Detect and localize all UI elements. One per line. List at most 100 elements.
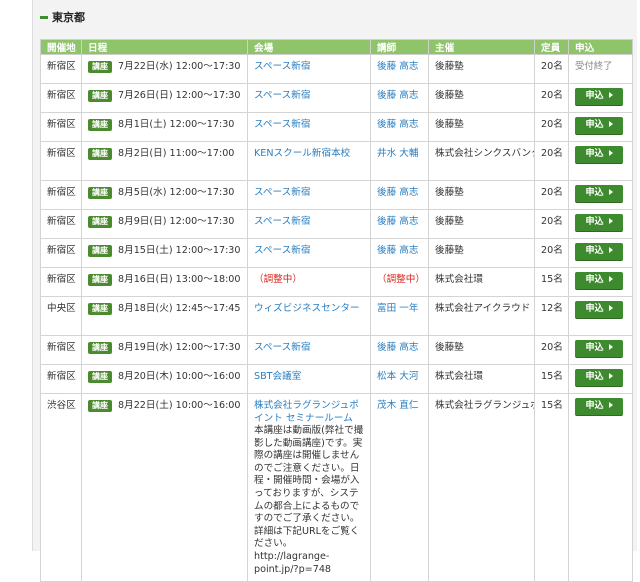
venue-cell: KENスクール新宿本校	[247, 141, 371, 181]
table-row: 新宿区 講座 8月2日(日) 11:00〜17:00 KENスクール新宿本校 井水…	[40, 141, 633, 181]
venue-link[interactable]: スペース新宿	[254, 61, 310, 72]
apply-cell: 申込	[568, 141, 633, 181]
date-cell: 講座 8月15日(土) 12:00〜17:30	[81, 238, 248, 268]
host-cell: 後藤塾	[428, 112, 535, 142]
lecturer-link[interactable]: 井水 大輔	[377, 148, 418, 159]
date-text: 8月18日(火) 12:45〜17:45	[118, 303, 241, 314]
date-text: 8月15日(土) 12:00〜17:30	[118, 245, 241, 256]
lecturer-link: （調整中）	[377, 274, 425, 285]
lecturer-cell: 後藤 高志	[370, 238, 429, 268]
apply-cell: 受付終了	[568, 54, 633, 84]
venue-link[interactable]: スペース新宿	[254, 187, 310, 198]
apply-cell: 申込	[568, 335, 633, 365]
area-cell: 新宿区	[40, 209, 82, 239]
table-row: 新宿区 講座 8月1日(土) 12:00〜17:30 スペース新宿 後藤 高志 後…	[40, 112, 633, 142]
venue-link[interactable]: スペース新宿	[254, 90, 310, 101]
date-text: 7月26日(日) 12:00〜17:30	[118, 90, 241, 101]
area-cell: 新宿区	[40, 83, 82, 113]
venue-link[interactable]: スペース新宿	[254, 245, 310, 256]
capacity-cell: 20名	[534, 335, 569, 365]
apply-button[interactable]: 申込	[575, 146, 623, 164]
venue-cell: スペース新宿	[247, 335, 371, 365]
venue-link[interactable]: スペース新宿	[254, 119, 310, 130]
apply-button[interactable]: 申込	[575, 243, 623, 261]
area-cell: 新宿区	[40, 112, 82, 142]
lecturer-cell: 後藤 高志	[370, 112, 429, 142]
lecturer-cell: 後藤 高志	[370, 180, 429, 210]
capacity-cell: 20名	[534, 209, 569, 239]
apply-cell: 申込	[568, 112, 633, 142]
host-cell: 後藤塾	[428, 238, 535, 268]
date-text: 7月22日(水) 12:00〜17:30	[118, 61, 241, 72]
venue-link[interactable]: KENスクール新宿本校	[254, 148, 350, 159]
apply-button-label: 申込	[585, 120, 604, 130]
date-cell: 講座 8月1日(土) 12:00〜17:30	[81, 112, 248, 142]
capacity-cell: 20名	[534, 112, 569, 142]
apply-button-label: 申込	[585, 91, 604, 101]
area-cell: 新宿区	[40, 180, 82, 210]
lecturer-link[interactable]: 後藤 高志	[377, 216, 418, 227]
lecturer-link[interactable]: 茂木 直仁	[377, 400, 418, 411]
apply-button-label: 申込	[585, 217, 604, 227]
lecturer-link[interactable]: 後藤 高志	[377, 245, 418, 256]
course-badge: 講座	[88, 342, 112, 354]
venue-link[interactable]: スペース新宿	[254, 342, 310, 353]
venue-link[interactable]: 株式会社ラグランジュポイント セミナールーム	[254, 399, 366, 425]
venue-link[interactable]: SBT会議室	[254, 371, 301, 382]
date-cell: 講座 8月20日(木) 10:00〜16:00	[81, 364, 248, 394]
apply-cell: 申込	[568, 296, 633, 336]
venue-cell: SBT会議室	[247, 364, 371, 394]
lecturer-link[interactable]: 後藤 高志	[377, 187, 418, 198]
lecturer-link[interactable]: 後藤 高志	[377, 342, 418, 353]
apply-button[interactable]: 申込	[575, 185, 623, 203]
lecturer-link[interactable]: 後藤 高志	[377, 90, 418, 101]
course-badge: 講座	[88, 274, 112, 286]
course-badge: 講座	[88, 148, 112, 160]
date-cell: 講座 8月16日(日) 13:00〜18:00	[81, 267, 248, 297]
course-badge: 講座	[88, 216, 112, 228]
apply-cell: 申込	[568, 267, 633, 297]
capacity-cell: 20名	[534, 83, 569, 113]
host-cell: 後藤塾	[428, 83, 535, 113]
table-row: 新宿区 講座 8月9日(日) 12:00〜17:30 スペース新宿 後藤 高志 後…	[40, 209, 633, 239]
date-cell: 講座 8月19日(水) 12:00〜17:30	[81, 335, 248, 365]
apply-button[interactable]: 申込	[575, 340, 623, 358]
apply-button[interactable]: 申込	[575, 301, 623, 319]
lecturer-link[interactable]: 富田 一年	[377, 303, 418, 314]
apply-button[interactable]: 申込	[575, 398, 623, 416]
schedule-table: 開催地 日程 会場 講師 主催 定員 申込 新宿区 講座 7月22日(水) 12:…	[40, 39, 633, 582]
play-arrow-icon	[608, 91, 613, 98]
apply-button[interactable]: 申込	[575, 88, 623, 106]
area-cell: 新宿区	[40, 364, 82, 394]
play-arrow-icon	[608, 217, 613, 224]
lecturer-cell: 茂木 直仁	[370, 392, 429, 582]
course-badge: 講座	[88, 303, 112, 315]
header-capacity: 定員	[534, 39, 569, 55]
apply-button[interactable]: 申込	[575, 214, 623, 232]
course-badge: 講座	[88, 371, 112, 383]
section-heading: 東京都	[40, 6, 636, 30]
table-row: 新宿区 講座 7月26日(日) 12:00〜17:30 スペース新宿 後藤 高志 …	[40, 83, 633, 113]
apply-button[interactable]: 申込	[575, 272, 623, 290]
venue-link[interactable]: ウィズビジネスセンター	[254, 303, 360, 314]
apply-button-label: 申込	[585, 401, 604, 411]
table-row: 新宿区 講座 8月20日(木) 10:00〜16:00 SBT会議室 松本 大河 …	[40, 364, 633, 394]
venue-cell: 株式会社ラグランジュポイント セミナールーム 本講座は動画版(弊社で撮影した動画講…	[247, 392, 371, 582]
lecturer-link[interactable]: 後藤 高志	[377, 61, 418, 72]
play-arrow-icon	[608, 275, 613, 282]
course-badge: 講座	[88, 119, 112, 131]
venue-link[interactable]: スペース新宿	[254, 216, 310, 227]
host-cell: 株式会社環	[428, 267, 535, 297]
venue-cell: スペース新宿	[247, 238, 371, 268]
lecturer-link[interactable]: 松本 大河	[377, 371, 418, 382]
apply-button[interactable]: 申込	[575, 369, 623, 387]
heading-marker-icon	[40, 15, 48, 19]
lecturer-link[interactable]: 後藤 高志	[377, 119, 418, 130]
date-text: 8月5日(水) 12:00〜17:30	[118, 187, 235, 198]
apply-button[interactable]: 申込	[575, 117, 623, 135]
table-row: 中央区 講座 8月18日(火) 12:45〜17:45 ウィズビジネスセンター 富…	[40, 296, 633, 336]
lecturer-cell: 後藤 高志	[370, 209, 429, 239]
venue-note: 本講座は動画版(弊社で撮影した動画講座)です。実際の講座は開催しませんのでご注意…	[254, 425, 364, 575]
capacity-cell: 15名	[534, 392, 569, 582]
lecturer-cell: 富田 一年	[370, 296, 429, 336]
